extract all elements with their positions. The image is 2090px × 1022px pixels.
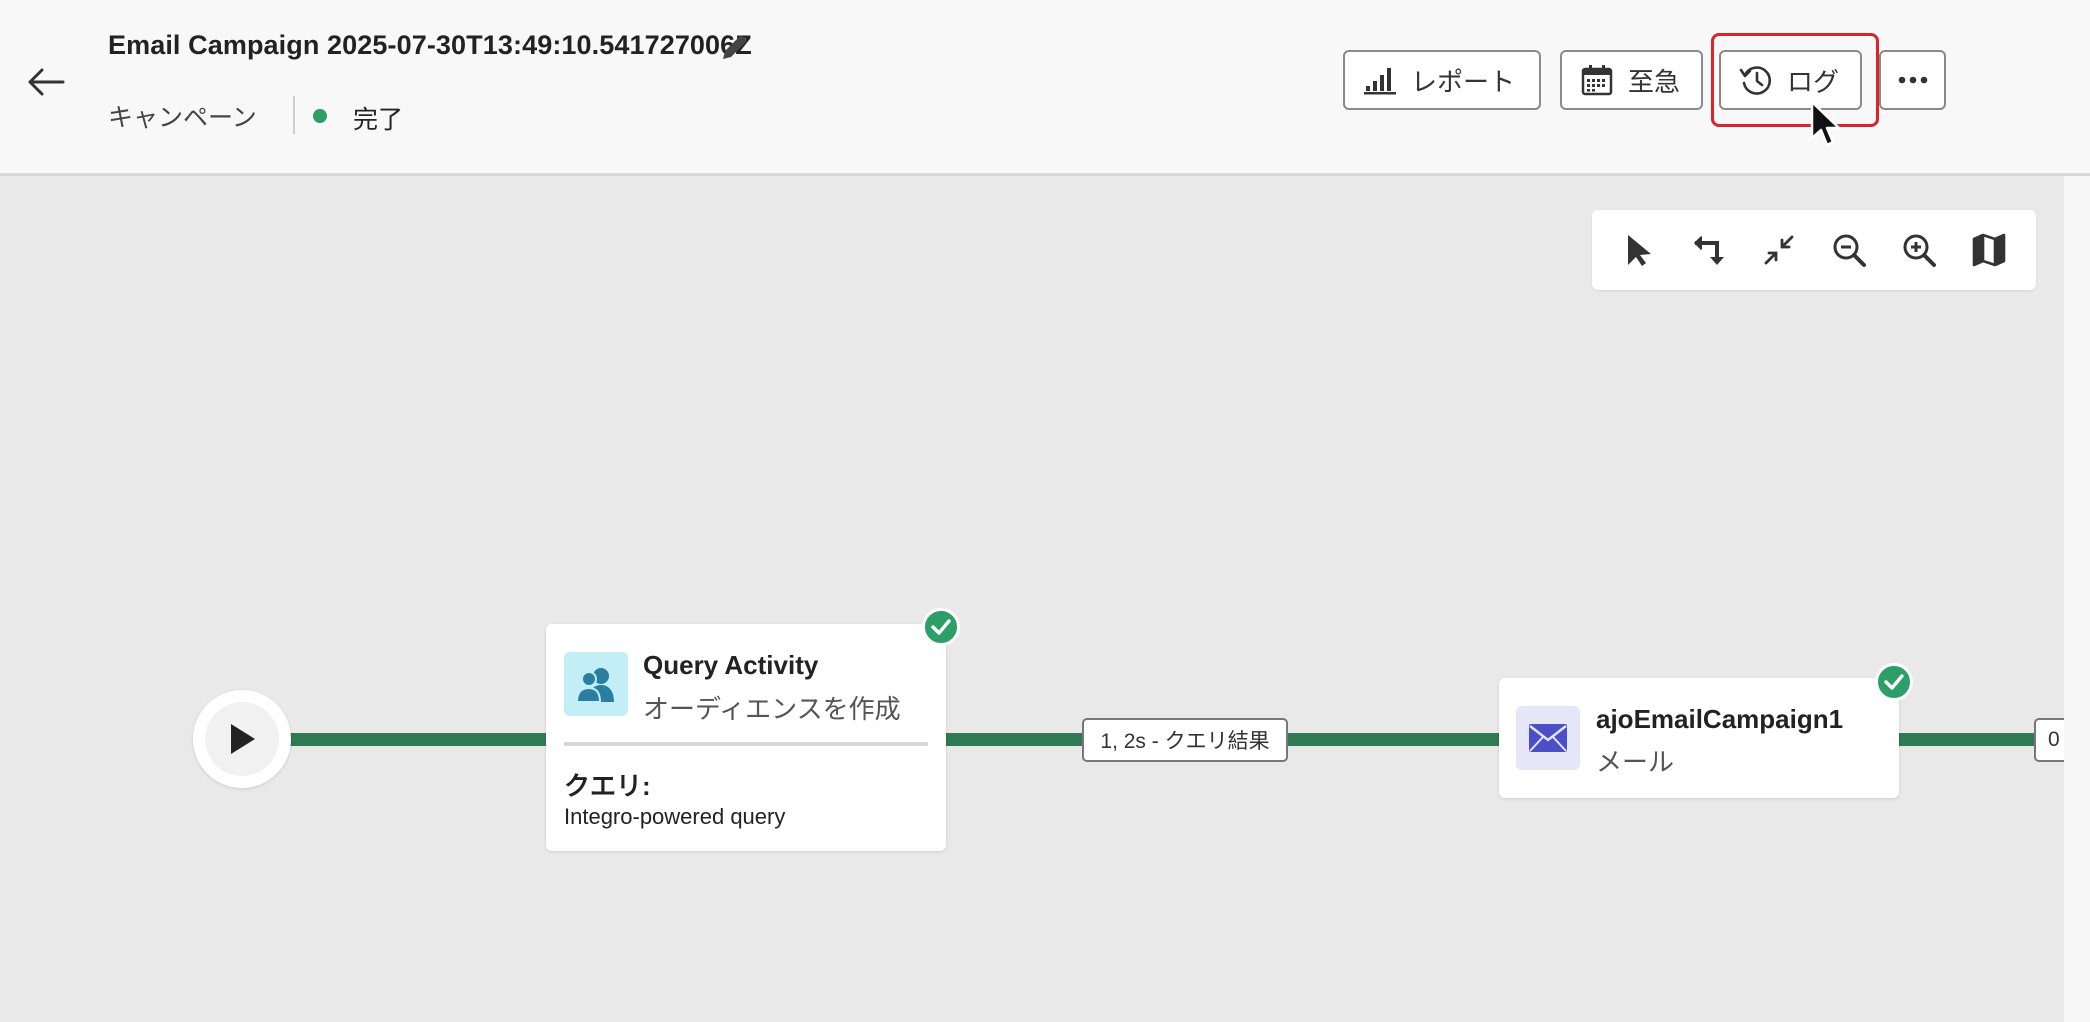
email-node-subtitle: メール xyxy=(1596,747,1675,777)
reorder-icon xyxy=(1694,236,1724,265)
schedule-label: 至急 xyxy=(1628,66,1681,97)
query-label: クエリ: xyxy=(564,771,651,801)
logs-highlight-box xyxy=(1711,33,1879,127)
checkmark-icon xyxy=(931,619,951,635)
mouse-pointer-icon xyxy=(1810,100,1841,147)
checkmark-icon xyxy=(1884,674,1904,690)
select-tool-button[interactable] xyxy=(1612,223,1666,277)
zoom-out-button[interactable] xyxy=(1822,223,1876,277)
status-label: 完了 xyxy=(353,106,404,134)
play-icon xyxy=(231,724,255,754)
collapse-icon xyxy=(1764,235,1794,265)
schedule-button[interactable]: 至急 xyxy=(1560,50,1703,110)
canvas-toolbar xyxy=(1592,210,2036,290)
audience-icon-box xyxy=(564,652,628,716)
reorder-tool-button[interactable] xyxy=(1682,223,1736,277)
zoom-in-button[interactable] xyxy=(1892,223,1946,277)
edit-title-button[interactable] xyxy=(714,26,756,68)
report-button[interactable]: レポート xyxy=(1343,50,1541,110)
query-node-subtitle: オーディエンスを作成 xyxy=(643,694,901,724)
page-title: Email Campaign 2025-07-30T13:49:10.54172… xyxy=(108,30,752,60)
back-button[interactable] xyxy=(22,58,70,106)
envelope-icon xyxy=(1529,724,1567,752)
audience-icon xyxy=(575,668,614,703)
card-separator xyxy=(564,742,928,746)
minimap-button[interactable] xyxy=(1962,223,2016,277)
email-icon-box xyxy=(1516,706,1580,770)
campaign-type-label: キャンペーン xyxy=(108,104,257,132)
email-success-badge xyxy=(1875,663,1913,701)
select-icon xyxy=(1628,235,1651,266)
status-dot xyxy=(313,109,327,123)
start-node-inner xyxy=(205,702,279,776)
query-value: Integro-powered query xyxy=(564,804,786,829)
query-node-title: Query Activity xyxy=(643,650,819,680)
email-node-title: ajoEmailCampaign1 xyxy=(1596,704,1844,734)
zoom-in-icon xyxy=(1903,234,1936,267)
workflow-link xyxy=(1898,733,2038,746)
canvas-scrollbar[interactable] xyxy=(2064,176,2090,1022)
header-divider xyxy=(293,96,295,134)
query-activity-node[interactable]: Query Activity オーディエンスを作成 クエリ: Integro-p… xyxy=(546,624,946,851)
workflow-link xyxy=(282,733,548,746)
query-success-badge xyxy=(922,608,960,646)
email-activity-node[interactable]: ajoEmailCampaign1 メール xyxy=(1499,678,1899,798)
pencil-icon xyxy=(723,35,747,59)
collapse-tool-button[interactable] xyxy=(1752,223,1806,277)
zoom-out-icon xyxy=(1833,234,1866,267)
page-header: Email Campaign 2025-07-30T13:49:10.54172… xyxy=(0,0,2090,176)
map-icon xyxy=(1972,233,2006,267)
start-node[interactable] xyxy=(193,690,291,788)
arrow-left-icon xyxy=(28,68,65,96)
calendar-icon xyxy=(1581,65,1613,96)
transition-label-query-results[interactable]: 1, 2s - クエリ結果 xyxy=(1082,718,1288,762)
report-label: レポート xyxy=(1411,66,1516,97)
bar-chart-icon xyxy=(1364,68,1396,95)
more-icon xyxy=(1898,76,1927,84)
more-actions-button[interactable] xyxy=(1879,50,1946,110)
